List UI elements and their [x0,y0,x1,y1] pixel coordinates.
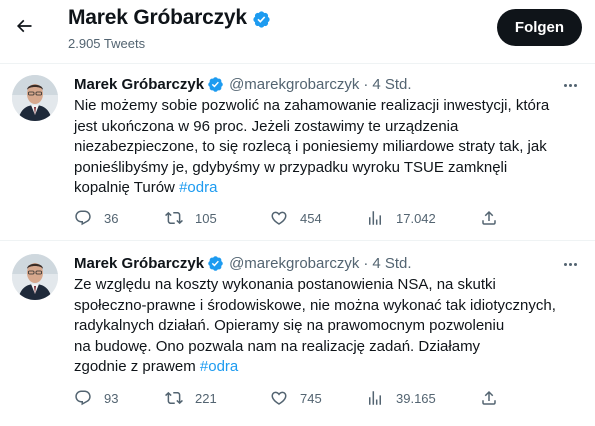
views-icon [369,211,381,225]
share-button[interactable] [480,209,498,227]
tweet-text: Ze względu na koszty wykonania postanowi… [74,275,586,378]
tweet-text-fragment: zgodnie z prawem [74,358,196,376]
hashtag-link[interactable]: #odra [179,179,217,196]
tweet-text-line: na budowę. Ono pozwala nam na realizację… [74,337,481,355]
tweet-text-fragment: kopalnię Turów [74,179,175,197]
more-icon-dot [568,83,572,87]
share-icon [482,210,496,225]
meta-separator: · [363,75,369,93]
verified-badge-icon [253,10,270,28]
tweet-meta: Marek Gróbarczyk @marekgrobarczyk · 4 St… [74,254,412,272]
tweet-text-line: radykalnych działań. Opieramy się na pra… [74,317,505,335]
verified-badge-icon [208,256,223,271]
avatar[interactable] [12,254,58,300]
back-button[interactable] [10,12,38,40]
heart-icon [271,391,287,405]
divider [0,240,595,241]
verified-badge-icon [208,77,223,92]
tweet-time[interactable]: 4 Std. [372,76,411,93]
views-button[interactable]: 17.042 [366,209,436,227]
tweet-text-line-last: zgodnie z prawem #odra [74,357,586,378]
reply-count: 36 [104,210,119,226]
tweet-actions: 36 105 454 17.042 [74,209,504,229]
more-icon-dot [573,83,577,87]
tweet-text-line-last: kopalnię Turów #odra [74,178,586,199]
more-icon [563,262,567,266]
retweet-count: 105 [195,210,217,226]
reply-button[interactable]: 36 [74,209,118,227]
tweet-text-line: niezabezpieczone, to się rozlecą i ponie… [74,138,547,156]
retweet-count: 221 [195,390,217,406]
like-button[interactable]: 454 [270,209,322,227]
retweet-icon [165,391,183,405]
tweet-author[interactable]: Marek Gróbarczyk [74,255,204,272]
more-icon-dot [573,262,577,266]
tweet-handle[interactable]: @marekgrobarczyk [229,255,359,272]
reply-count: 93 [104,390,119,406]
avatar-image [12,75,58,121]
like-button[interactable]: 745 [270,389,322,407]
like-count: 454 [300,210,322,226]
heart-icon [271,211,287,225]
share-button[interactable] [480,389,498,407]
tweet-text-line: Ze względu na koszty wykonania postanowi… [74,276,496,293]
tweet-actions: 93 221 745 39.165 [74,389,504,409]
reply-icon [75,210,91,226]
hashtag-link[interactable]: #odra [200,358,238,375]
header-title: Marek Gróbarczyk [68,6,271,30]
profile-header: Marek Gróbarczyk 2.905 Tweets Folgen [0,0,595,62]
views-button[interactable]: 39.165 [366,389,436,407]
views-count: 17.042 [396,210,436,226]
retweet-button[interactable]: 105 [165,209,217,227]
more-icon [563,83,567,87]
tweet-author[interactable]: Marek Gróbarczyk [74,76,204,93]
more-icon-dot [568,262,572,266]
retweet-button[interactable]: 221 [165,389,217,407]
avatar[interactable] [12,75,58,121]
meta-separator: · [363,254,369,272]
arrow-left-icon [16,19,32,33]
reply-button[interactable]: 93 [74,389,118,407]
more-button[interactable] [560,77,580,93]
more-button[interactable] [560,256,580,272]
divider [0,63,595,64]
views-count: 39.165 [396,390,436,406]
tweet-text-line: ponieślibyśmy je, gdybyśmy w przypadku w… [74,158,508,176]
tweet-text-line: społeczno-prawne i środowiskowe, nie moż… [74,296,556,314]
share-icon [482,390,496,405]
tweet-count: 2.905 Tweets [68,36,146,51]
tweet-text-line: jest ukończona w 96 proc. Jeżeli zostawi… [74,117,459,135]
follow-button[interactable]: Folgen [497,9,582,46]
like-count: 745 [300,390,322,406]
tweet-text-line: Nie możemy sobie pozwolić na zahamowanie… [74,97,550,114]
reply-icon [75,390,91,406]
tweet-handle[interactable]: @marekgrobarczyk [229,76,359,93]
retweet-icon [165,211,183,225]
tweet-time[interactable]: 4 Std. [372,255,411,272]
profile-name: Marek Gróbarczyk [68,6,247,29]
avatar-image [12,254,58,300]
tweet-meta: Marek Gróbarczyk @marekgrobarczyk · 4 St… [74,75,412,93]
views-icon [369,391,381,405]
tweet-text: Nie możemy sobie pozwolić na zahamowanie… [74,96,586,199]
